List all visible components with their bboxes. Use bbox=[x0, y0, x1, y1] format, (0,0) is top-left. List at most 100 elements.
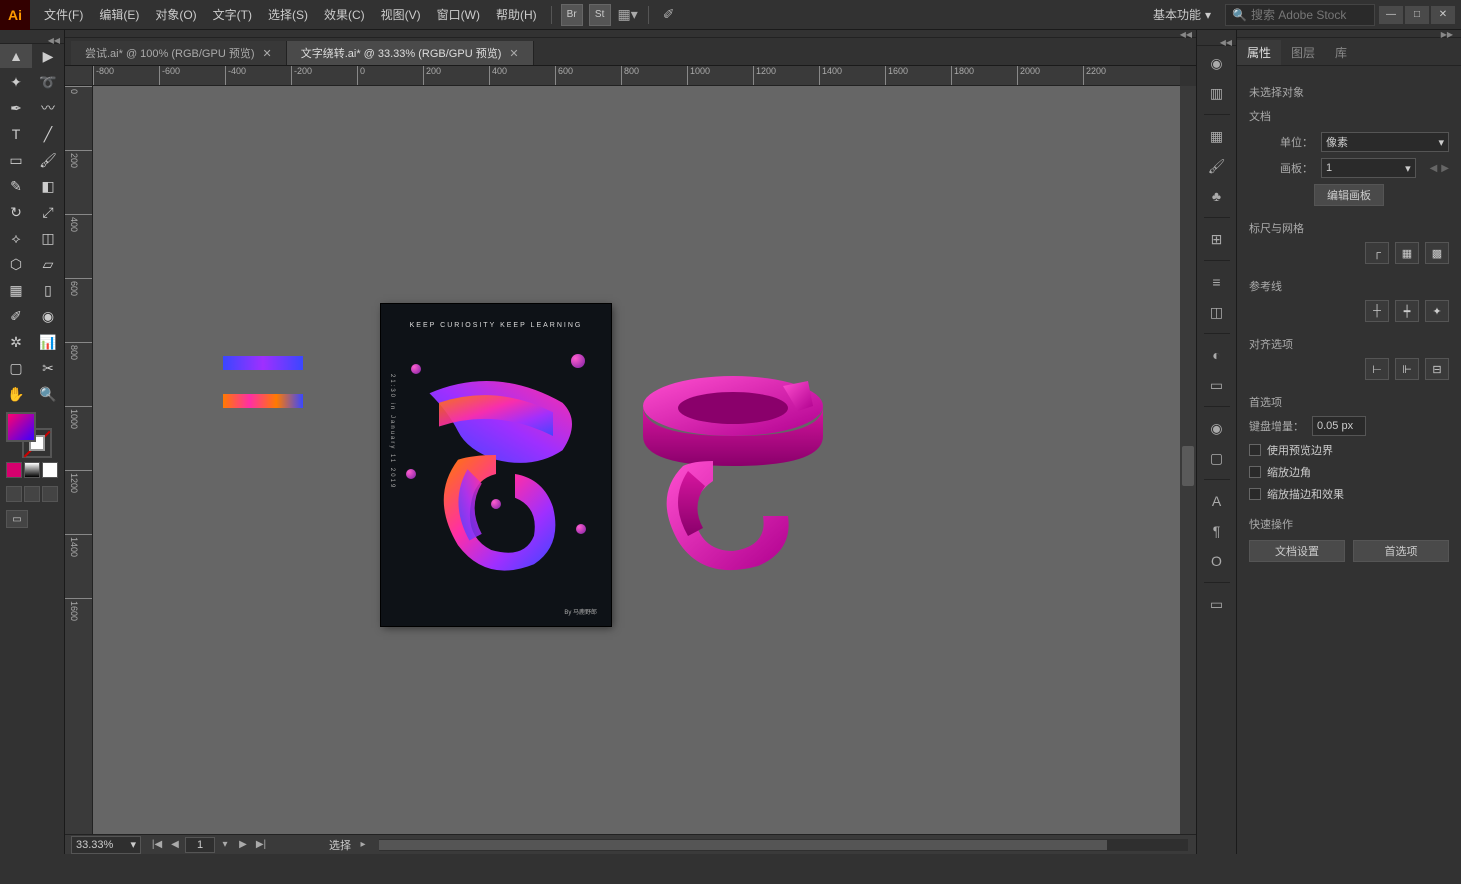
edit-artboard-button[interactable]: 编辑画板 bbox=[1314, 184, 1384, 206]
gradient-tool[interactable]: ▯ bbox=[32, 278, 64, 302]
guides-lock-icon[interactable]: ┿ bbox=[1395, 300, 1419, 322]
stock-icon[interactable]: St bbox=[589, 4, 611, 26]
key-increment-input[interactable] bbox=[1312, 416, 1366, 436]
ruler-horizontal[interactable]: -800-600-400-200020040060080010001200140… bbox=[93, 66, 1180, 86]
mesh-tool[interactable]: ▦ bbox=[0, 278, 32, 302]
close-icon[interactable]: ✕ bbox=[509, 47, 518, 60]
bridge-icon[interactable]: Br bbox=[561, 4, 583, 26]
first-artboard[interactable]: |◀ bbox=[149, 837, 165, 853]
prev-icon[interactable]: ◀ bbox=[1430, 163, 1438, 174]
artboard-number[interactable]: 1 bbox=[185, 837, 215, 853]
document-setup-button[interactable]: 文档设置 bbox=[1249, 540, 1345, 562]
prev-artboard[interactable]: ◀ bbox=[167, 837, 183, 853]
graphic-styles-icon[interactable]: ▢ bbox=[1202, 445, 1232, 471]
transparency-grid-icon[interactable]: ▩ bbox=[1425, 242, 1449, 264]
zoom-level[interactable]: 33.33%▾ bbox=[71, 836, 141, 854]
document-tab[interactable]: 尝试.ai* @ 100% (RGB/GPU 预览)✕ bbox=[71, 41, 287, 65]
close-button[interactable]: ✕ bbox=[1431, 6, 1455, 24]
snap-grid-icon[interactable]: ⊟ bbox=[1425, 358, 1449, 380]
gpu-icon[interactable]: ✐ bbox=[658, 4, 680, 26]
stroke-panel-icon[interactable]: ⊞ bbox=[1202, 226, 1232, 252]
artboard-select[interactable]: 1▾ bbox=[1321, 158, 1416, 178]
transparency-panel-icon[interactable]: ◐ bbox=[1202, 342, 1232, 368]
direct-selection-tool[interactable]: ▶ bbox=[32, 44, 64, 68]
gradient-panel-icon[interactable]: ▭ bbox=[1202, 372, 1232, 398]
scrollbar-thumb[interactable] bbox=[1182, 446, 1194, 486]
color-wells[interactable] bbox=[6, 412, 52, 458]
pen-tool[interactable]: ✒ bbox=[0, 96, 32, 120]
color-guide-icon[interactable]: ▥ bbox=[1202, 80, 1232, 106]
swatch-gradient[interactable] bbox=[24, 462, 40, 478]
eraser-tool[interactable]: ◧ bbox=[32, 174, 64, 198]
fill-swatch[interactable] bbox=[6, 412, 36, 442]
perspective-tool[interactable]: ▱ bbox=[32, 252, 64, 276]
snap-pixel-icon[interactable]: ⊢ bbox=[1365, 358, 1389, 380]
opentype-panel-icon[interactable]: O bbox=[1202, 548, 1232, 574]
symbols-panel-icon[interactable]: ♣ bbox=[1202, 183, 1232, 209]
tab-layers[interactable]: 图层 bbox=[1281, 40, 1325, 65]
smart-guides-icon[interactable]: ✦ bbox=[1425, 300, 1449, 322]
maximize-button[interactable]: □ bbox=[1405, 6, 1429, 24]
menu-edit[interactable]: 编辑(E) bbox=[91, 0, 147, 30]
document-tab[interactable]: 文字绕转.ai* @ 33.33% (RGB/GPU 预览)✕ bbox=[287, 41, 534, 65]
guides-visibility-icon[interactable]: ┼ bbox=[1365, 300, 1389, 322]
blend-tool[interactable]: ◉ bbox=[32, 304, 64, 328]
zoom-tool[interactable]: 🔍 bbox=[32, 382, 64, 406]
close-icon[interactable]: ✕ bbox=[262, 47, 271, 60]
collapse-icon[interactable]: ◀◀ bbox=[1220, 38, 1232, 45]
selection-tool[interactable]: ▲ bbox=[0, 44, 32, 68]
scrollbar-thumb[interactable] bbox=[379, 840, 1107, 850]
checkbox-scale-corners[interactable] bbox=[1249, 466, 1261, 478]
collapse-icon[interactable]: ◀◀ bbox=[1180, 30, 1192, 37]
tool-dropdown[interactable]: ▸ bbox=[355, 837, 371, 853]
collapse-icon[interactable]: ▶▶ bbox=[1441, 30, 1453, 37]
snap-point-icon[interactable]: ⊩ bbox=[1395, 358, 1419, 380]
paragraph-panel-icon[interactable]: ¶ bbox=[1202, 518, 1232, 544]
menu-type[interactable]: 文字(T) bbox=[205, 0, 260, 30]
draw-normal[interactable] bbox=[6, 486, 22, 502]
swatches-panel-icon[interactable]: ▦ bbox=[1202, 123, 1232, 149]
ruler-origin[interactable] bbox=[65, 66, 93, 86]
character-panel-icon[interactable]: A bbox=[1202, 488, 1232, 514]
type-tool[interactable]: T bbox=[0, 122, 32, 146]
ruler-vertical[interactable]: 02004006008001000120014001600 bbox=[65, 86, 93, 834]
tab-properties[interactable]: 属性 bbox=[1237, 40, 1281, 65]
free-transform-tool[interactable]: ◫ bbox=[32, 226, 64, 250]
artboard-tool[interactable]: ▢ bbox=[0, 356, 32, 380]
draw-behind[interactable] bbox=[24, 486, 40, 502]
lasso-tool[interactable]: ➰ bbox=[32, 70, 64, 94]
menu-effect[interactable]: 效果(C) bbox=[316, 0, 373, 30]
scale-tool[interactable]: ⤢ bbox=[32, 200, 64, 224]
line-tool[interactable]: ╱ bbox=[32, 122, 64, 146]
search-input[interactable]: 🔍搜索 Adobe Stock bbox=[1225, 4, 1375, 26]
menu-file[interactable]: 文件(F) bbox=[36, 0, 91, 30]
menu-object[interactable]: 对象(O) bbox=[147, 0, 204, 30]
units-select[interactable]: 像素▾ bbox=[1321, 132, 1449, 152]
menu-help[interactable]: 帮助(H) bbox=[488, 0, 545, 30]
eyedropper-tool[interactable]: ✐ bbox=[0, 304, 32, 328]
swatch-color[interactable] bbox=[6, 462, 22, 478]
rectangle-tool[interactable]: ▭ bbox=[0, 148, 32, 172]
paintbrush-tool[interactable]: 🖌 bbox=[32, 148, 64, 172]
artboard-dropdown[interactable]: ▾ bbox=[217, 837, 233, 853]
symbol-sprayer-tool[interactable]: ✲ bbox=[0, 330, 32, 354]
arrange-icon[interactable]: ▦▾ bbox=[617, 4, 639, 26]
width-tool[interactable]: ⟡ bbox=[0, 226, 32, 250]
align-panel-icon[interactable]: ≡ bbox=[1202, 269, 1232, 295]
next-icon[interactable]: ▶ bbox=[1441, 163, 1449, 174]
slice-tool[interactable]: ✂ bbox=[32, 356, 64, 380]
brushes-panel-icon[interactable]: 🖌 bbox=[1202, 153, 1232, 179]
last-artboard[interactable]: ▶| bbox=[253, 837, 269, 853]
asset-export-icon[interactable]: ▭ bbox=[1202, 591, 1232, 617]
checkbox-preview-bounds[interactable] bbox=[1249, 444, 1261, 456]
checkbox-scale-strokes[interactable] bbox=[1249, 488, 1261, 500]
vertical-scrollbar[interactable] bbox=[1180, 86, 1196, 834]
rotate-tool[interactable]: ↻ bbox=[0, 200, 32, 224]
collapse-icon[interactable]: ◀◀ bbox=[48, 36, 60, 43]
grid-icon[interactable]: ▦ bbox=[1395, 242, 1419, 264]
menu-window[interactable]: 窗口(W) bbox=[429, 0, 488, 30]
graph-tool[interactable]: 📊 bbox=[32, 330, 64, 354]
menu-view[interactable]: 视图(V) bbox=[373, 0, 429, 30]
shaper-tool[interactable]: ✎ bbox=[0, 174, 32, 198]
pathfinder-panel-icon[interactable]: ◫ bbox=[1202, 299, 1232, 325]
